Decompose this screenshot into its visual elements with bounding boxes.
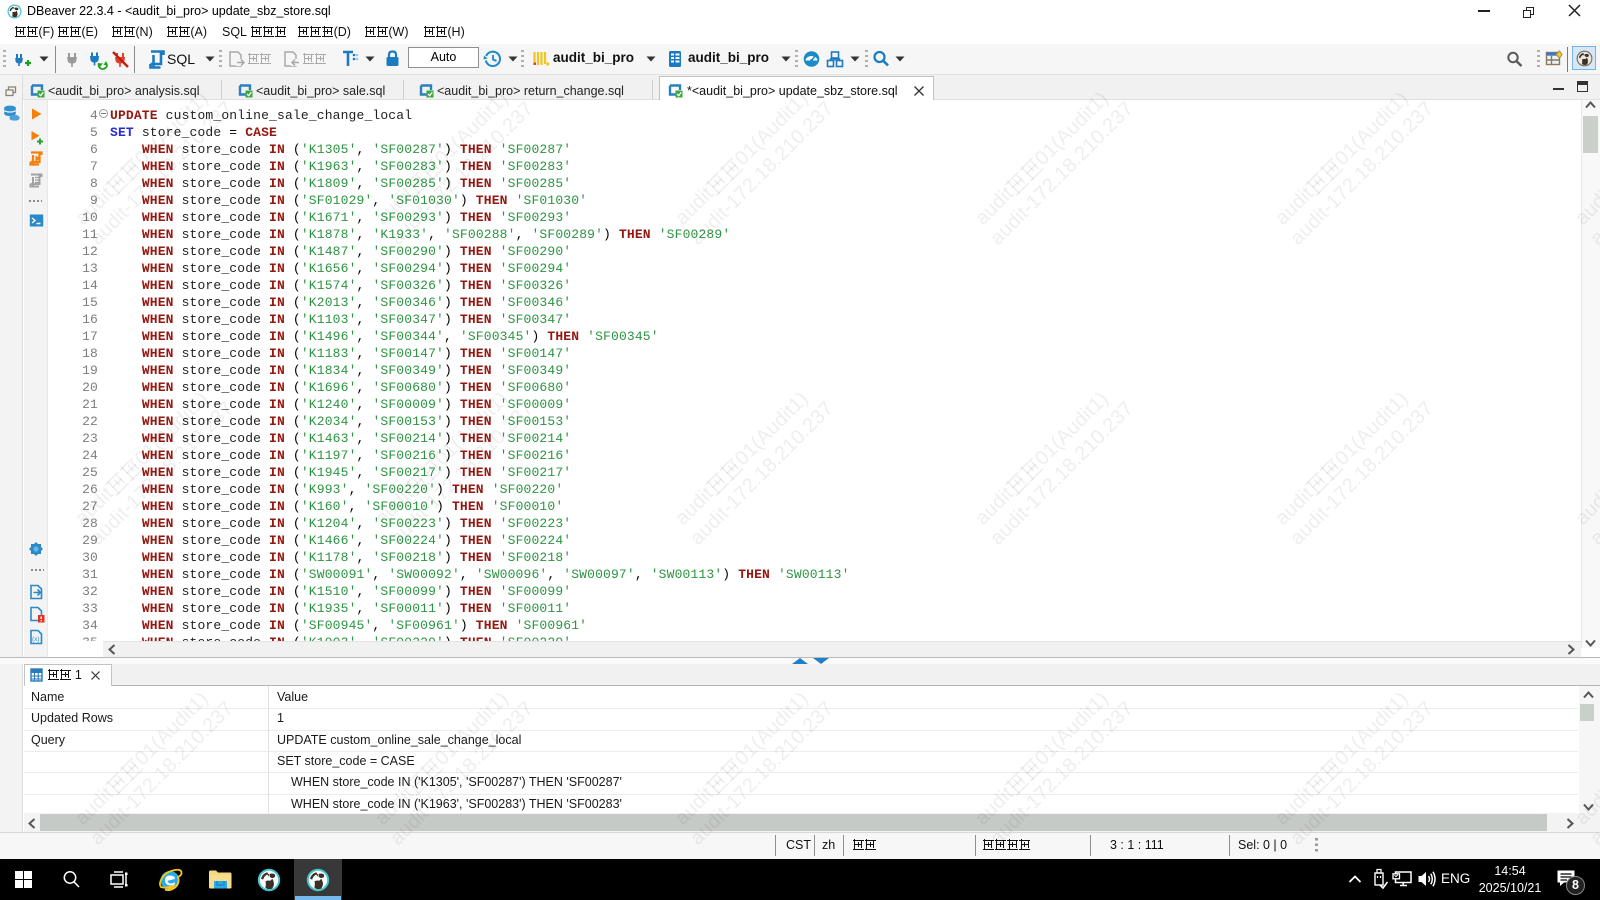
svg-text:(x): (x) (32, 636, 40, 643)
